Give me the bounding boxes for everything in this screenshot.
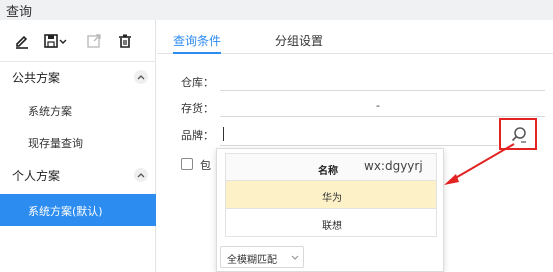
- warehouse-field[interactable]: [220, 90, 545, 91]
- pencil-icon: [14, 33, 30, 49]
- public-schemes-label: 公共方案: [12, 71, 61, 85]
- brand-cell: 联想: [322, 221, 342, 232]
- scheme-item-stock-query[interactable]: 现存量查询: [0, 126, 156, 158]
- table-row[interactable]: 华为: [225, 181, 437, 209]
- export-icon: [86, 33, 102, 49]
- save-button[interactable]: [42, 30, 70, 52]
- inventory-field[interactable]: [220, 116, 545, 117]
- watermark-text: wx:dgyyrj: [364, 159, 423, 173]
- window-title: 查询: [6, 5, 33, 20]
- chevron-up-icon[interactable]: [134, 168, 148, 182]
- delete-button[interactable]: [114, 30, 136, 52]
- brand-cell: 华为: [322, 193, 342, 204]
- tab-group-settings[interactable]: 分组设置: [275, 20, 323, 54]
- brand-label: 品牌：: [181, 129, 214, 142]
- chevron-down-icon: [291, 255, 299, 260]
- chevron-up-icon[interactable]: [134, 70, 148, 84]
- match-mode-select[interactable]: 全模糊匹配: [220, 246, 304, 268]
- scheme-item-label: 现存量查询: [28, 137, 83, 150]
- scheme-toolbar: [0, 20, 156, 62]
- scheme-item-label: 系统方案: [28, 105, 72, 118]
- scheme-item-system-default[interactable]: 系统方案(默认): [0, 194, 156, 226]
- save-icon: [43, 33, 69, 49]
- column-header-name: 名称: [318, 166, 338, 177]
- table-row[interactable]: 联想: [225, 209, 437, 237]
- personal-schemes-label: 个人方案: [12, 169, 61, 183]
- trash-icon: [117, 33, 133, 49]
- personal-schemes-header[interactable]: 个人方案: [0, 160, 156, 190]
- text-cursor: [223, 127, 224, 141]
- scheme-panel: 公共方案 系统方案 现存量查询 个人方案 系统方案(默认): [0, 20, 156, 272]
- inventory-range-separator: -: [376, 99, 380, 112]
- brand-lookup-button[interactable]: [499, 118, 537, 150]
- warehouse-label: 仓库：: [181, 76, 214, 89]
- match-mode-value: 全模糊匹配: [227, 255, 277, 266]
- query-tabs: 查询条件 分组设置: [157, 20, 553, 54]
- scheme-item-label: 系统方案(默认): [28, 205, 103, 218]
- title-bar: 查询: [0, 0, 553, 20]
- tab-query-conditions[interactable]: 查询条件: [173, 20, 222, 54]
- inventory-label: 存货：: [181, 102, 214, 115]
- include-checkbox[interactable]: [181, 158, 193, 170]
- scheme-item-system[interactable]: 系统方案: [0, 94, 156, 126]
- public-schemes-header[interactable]: 公共方案: [0, 62, 156, 92]
- table-header: 名称 wx:dgyyrj: [225, 153, 437, 181]
- include-checkbox-label: 包: [200, 159, 211, 172]
- export-button[interactable]: [83, 30, 105, 52]
- brand-field[interactable]: [220, 145, 498, 146]
- edit-button[interactable]: [11, 30, 33, 52]
